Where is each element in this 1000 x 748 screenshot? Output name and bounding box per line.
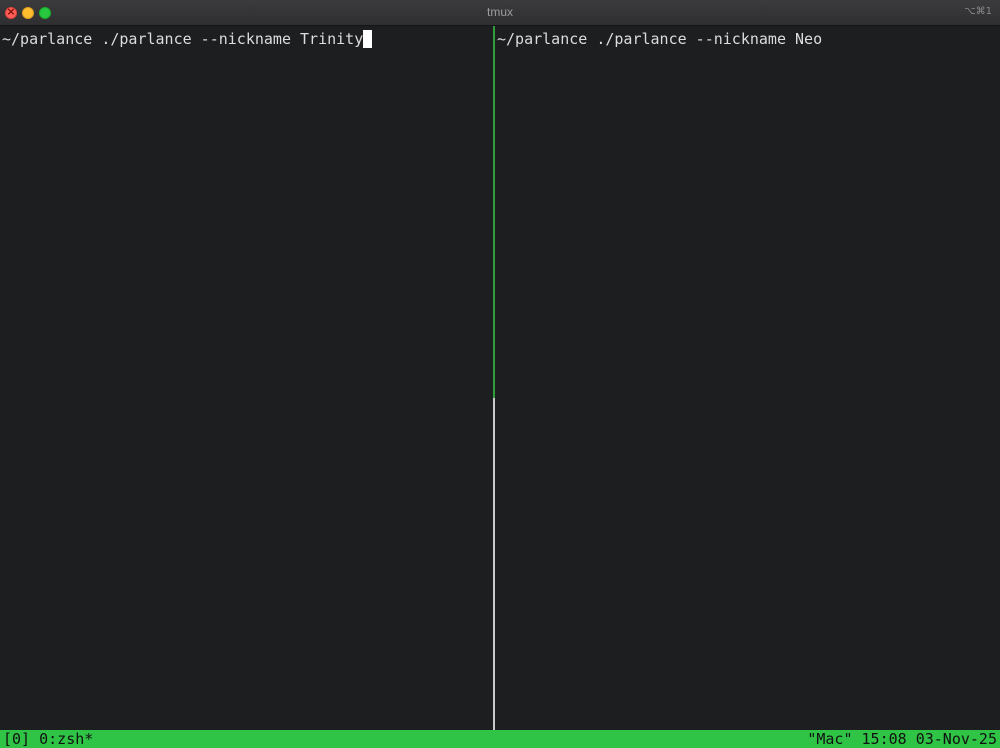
- window-title: tmux: [486, 5, 513, 19]
- right-command-line[interactable]: ~/parlance ./parlance --nickname Neo: [497, 30, 822, 48]
- title-bar[interactable]: tmux ⌥⌘1: [0, 0, 1000, 26]
- session-index: [0]: [3, 730, 31, 748]
- host-name: "Mac": [807, 730, 853, 748]
- terminal-window: tmux ⌥⌘1 ~/parlance ./parlance --nicknam…: [0, 0, 1000, 748]
- left-command-line[interactable]: ~/parlance ./parlance --nickname Trinity: [2, 30, 373, 48]
- window-list-item[interactable]: 0:zsh*: [39, 730, 93, 748]
- status-left: [0] 0:zsh*: [3, 730, 93, 748]
- left-terminal-pane[interactable]: ~/parlance ./parlance --nickname Trinity: [0, 26, 493, 730]
- left-prompt-text: ~/parlance ./parlance --nickname Trinity: [2, 30, 364, 48]
- status-time: 15:08: [861, 730, 907, 748]
- window-shortcut-label: ⌥⌘1: [964, 6, 992, 17]
- status-date: 03-Nov-25: [915, 730, 997, 748]
- text-cursor: [363, 30, 373, 48]
- tmux-status-bar: [0] 0:zsh* "Mac" 15:08 03-Nov-25: [0, 730, 1000, 748]
- right-terminal-pane[interactable]: ~/parlance ./parlance --nickname Neo: [495, 26, 1000, 730]
- right-prompt-text: ~/parlance ./parlance --nickname Neo: [497, 30, 823, 48]
- status-right: "Mac" 15:08 03-Nov-25: [807, 730, 997, 748]
